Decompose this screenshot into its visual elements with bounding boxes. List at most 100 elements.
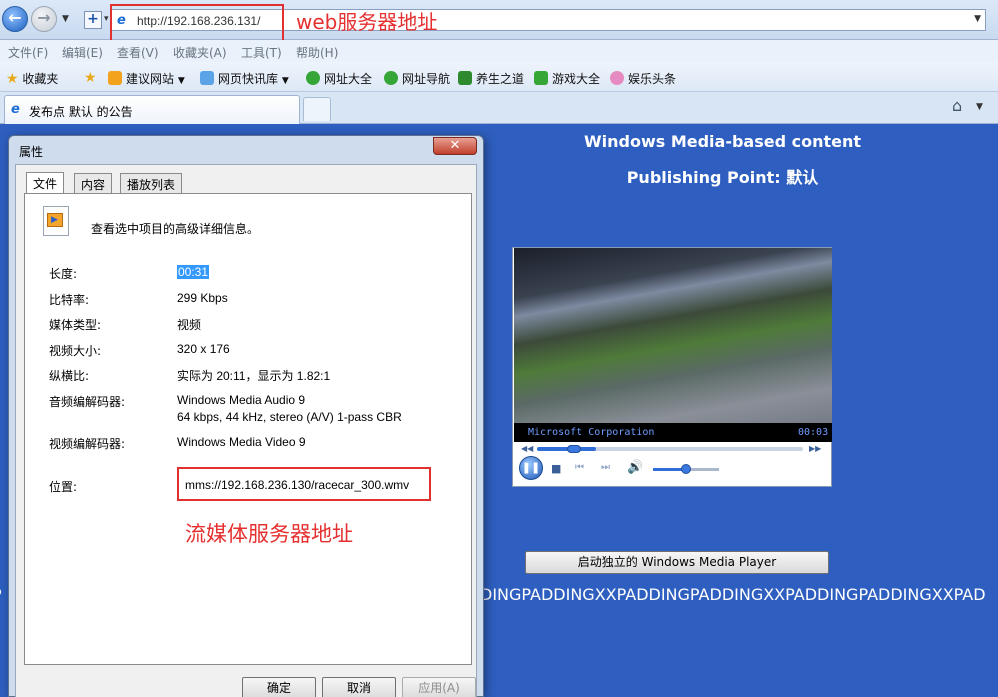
previous-icon[interactable]: ⏮ <box>575 462 584 473</box>
page-subtitle: Publishing Point: 默认 <box>626 168 819 187</box>
page-title: Windows Media-based content <box>583 132 862 151</box>
new-tab-button[interactable] <box>303 97 331 121</box>
properties-dialog: 属性 ✕ 文件 内容 播放列表 ▶ 查看选中项目的高级详细信息。 长度: 00:… <box>8 135 484 697</box>
audio-codec-detail: 64 kbps, 44 kHz, stereo (A/V) 1-pass CBR <box>177 410 402 424</box>
candy-icon <box>610 71 624 85</box>
fav-label: 建议网站 <box>126 72 175 86</box>
cancel-button[interactable]: 取消 <box>322 677 396 697</box>
audio-codec-value: Windows Media Audio 9 <box>177 393 306 407</box>
tab-playlist[interactable]: 播放列表 <box>120 173 183 193</box>
close-icon[interactable]: ✕ <box>433 137 477 155</box>
ie-feed-icon <box>200 71 214 85</box>
fav-label: 网址大全 <box>324 72 373 86</box>
menu-view[interactable]: 查看(V) <box>117 44 159 61</box>
media-player[interactable]: Microsoft Corporation 00:03 ◀◀ ▶▶ ❚❚ ■ ⏮… <box>512 247 832 487</box>
forward-button[interactable]: → <box>31 6 57 32</box>
web-server-annotation: web服务器地址 <box>296 10 438 34</box>
back-button[interactable]: ← <box>2 6 28 32</box>
apply-button[interactable]: 应用(A) <box>402 677 476 697</box>
fav-url-directory[interactable]: 网址大全 <box>306 70 372 87</box>
fav-url-navigation[interactable]: 网址导航 <box>384 70 450 87</box>
padding-text-left: P <box>0 585 2 604</box>
fav-label: 网址导航 <box>402 72 451 86</box>
file-tab-panel: ▶ 查看选中项目的高级详细信息。 长度: 00:31 比特率: 299 Kbps… <box>24 193 472 665</box>
fav-web-slices[interactable]: 网页快讯库 ▼ <box>200 70 289 87</box>
menu-bar: 文件(F) 编辑(E) 查看(V) 收藏夹(A) 工具(T) 帮助(H) <box>0 40 998 62</box>
menu-favorites[interactable]: 收藏夹(A) <box>173 44 227 61</box>
tab-file[interactable]: 文件 <box>26 172 65 194</box>
stop-icon[interactable]: ■ <box>551 462 561 475</box>
history-dropdown-icon[interactable]: ▼ <box>62 14 69 24</box>
chevron-down-icon: ▼ <box>177 76 185 86</box>
fast-forward-icon[interactable]: ▶▶ <box>809 444 821 453</box>
panel-description: 查看选中项目的高级详细信息。 <box>91 222 260 236</box>
video-size-label: 视频大小: <box>49 344 102 358</box>
add-favorite-icon: ★ <box>84 70 97 86</box>
seek-knob[interactable] <box>567 445 581 453</box>
ok-button[interactable]: 确定 <box>242 677 316 697</box>
fav-label: 游戏大全 <box>552 72 601 86</box>
favorites-bar: ★ 收藏夹 ★ 建议网站 ▼ 网页快讯库 ▼ 网址大全 网址导航 养生之道 游戏… <box>0 62 998 92</box>
fav-label: 养生之道 <box>476 72 525 86</box>
dialog-title: 属性 <box>19 145 44 159</box>
address-dropdown-icon[interactable]: ▼ <box>974 14 981 24</box>
chevron-down-icon: ▼ <box>281 76 289 86</box>
audio-codec-label: 音频编解码器: <box>49 395 126 409</box>
url-annotation-box <box>110 4 284 44</box>
fav-suggested-sites[interactable]: 建议网站 ▼ <box>108 70 185 87</box>
location-label: 位置: <box>49 480 78 494</box>
pause-button[interactable]: ❚❚ <box>519 456 543 480</box>
fav-star-add[interactable]: ★ <box>84 70 97 86</box>
rewind-icon[interactable]: ◀◀ <box>521 444 533 453</box>
tab-content[interactable]: 内容 <box>74 173 113 193</box>
aspect-ratio-value: 实际为 20:11，显示为 1.82:1 <box>177 369 331 383</box>
fav-favorites[interactable]: ★ 收藏夹 <box>6 70 58 87</box>
address-toolbar: ← → ▼ + ▾ e http://192.168.236.131/ ▼ we… <box>0 0 998 44</box>
home-icon[interactable]: ⌂ <box>952 96 962 115</box>
media-type-label: 媒体类型: <box>49 318 102 332</box>
player-info-bar: Microsoft Corporation 00:03 <box>514 423 832 442</box>
fav-entertainment[interactable]: 娱乐头条 <box>610 70 676 87</box>
fav-label: 收藏夹 <box>22 72 59 86</box>
fav-health[interactable]: 养生之道 <box>458 70 524 87</box>
volume-icon[interactable]: 🔊 <box>627 460 643 475</box>
launch-wmp-button[interactable]: 启动独立的 Windows Media Player <box>525 551 829 574</box>
bitrate-label: 比特率: <box>49 293 90 307</box>
location-value[interactable]: mms://192.168.236.130/racecar_300.wmv <box>185 478 409 492</box>
fav-label: 娱乐头条 <box>628 72 677 86</box>
menu-file[interactable]: 文件(F) <box>8 44 48 61</box>
green-e-icon <box>384 71 398 85</box>
green-e-icon <box>306 71 320 85</box>
padding-text-right: DINGPADDINGXXPADDINGPADDINGXXPADDINGPADD… <box>480 585 986 604</box>
star-icon: ★ <box>6 71 19 87</box>
add-tab-icon[interactable]: + <box>84 11 102 29</box>
video-size-value: 320 x 176 <box>177 342 230 356</box>
tab-announcement[interactable]: e 发布点 默认 的公告 <box>4 95 300 124</box>
video-codec-value: Windows Media Video 9 <box>177 435 306 449</box>
stream-server-annotation: 流媒体服务器地址 <box>185 522 353 546</box>
video-codec-label: 视频编解码器: <box>49 437 126 451</box>
menu-tools[interactable]: 工具(T) <box>241 44 282 61</box>
fav-games[interactable]: 游戏大全 <box>534 70 600 87</box>
compat-dropdown-icon[interactable]: ▾ <box>104 14 109 24</box>
fav-label: 网页快讯库 <box>218 72 279 86</box>
bing-icon <box>108 71 122 85</box>
media-type-value: 视频 <box>177 318 202 332</box>
home-dropdown-icon[interactable]: ▼ <box>976 102 983 112</box>
volume-knob[interactable] <box>681 464 691 474</box>
menu-help[interactable]: 帮助(H) <box>296 44 338 61</box>
tab-bar: e 发布点 默认 的公告 ⌂ ▼ <box>0 92 998 124</box>
length-value[interactable]: 00:31 <box>177 265 210 279</box>
download-arrow-icon <box>458 71 472 85</box>
ie-page-icon: e <box>11 102 20 117</box>
dialog-body: 文件 内容 播放列表 ▶ 查看选中项目的高级详细信息。 长度: 00:31 比特… <box>15 164 477 697</box>
gamepad-icon <box>534 71 548 85</box>
video-frame[interactable] <box>514 248 832 423</box>
bitrate-value: 299 Kbps <box>177 291 228 305</box>
menu-edit[interactable]: 编辑(E) <box>62 44 103 61</box>
next-icon[interactable]: ⏭ <box>601 462 610 473</box>
tab-title: 发布点 默认 的公告 <box>29 105 133 119</box>
time-readout: 00:03 <box>798 427 829 438</box>
copyright-text: Microsoft Corporation <box>528 427 655 438</box>
length-label: 长度: <box>49 267 78 281</box>
